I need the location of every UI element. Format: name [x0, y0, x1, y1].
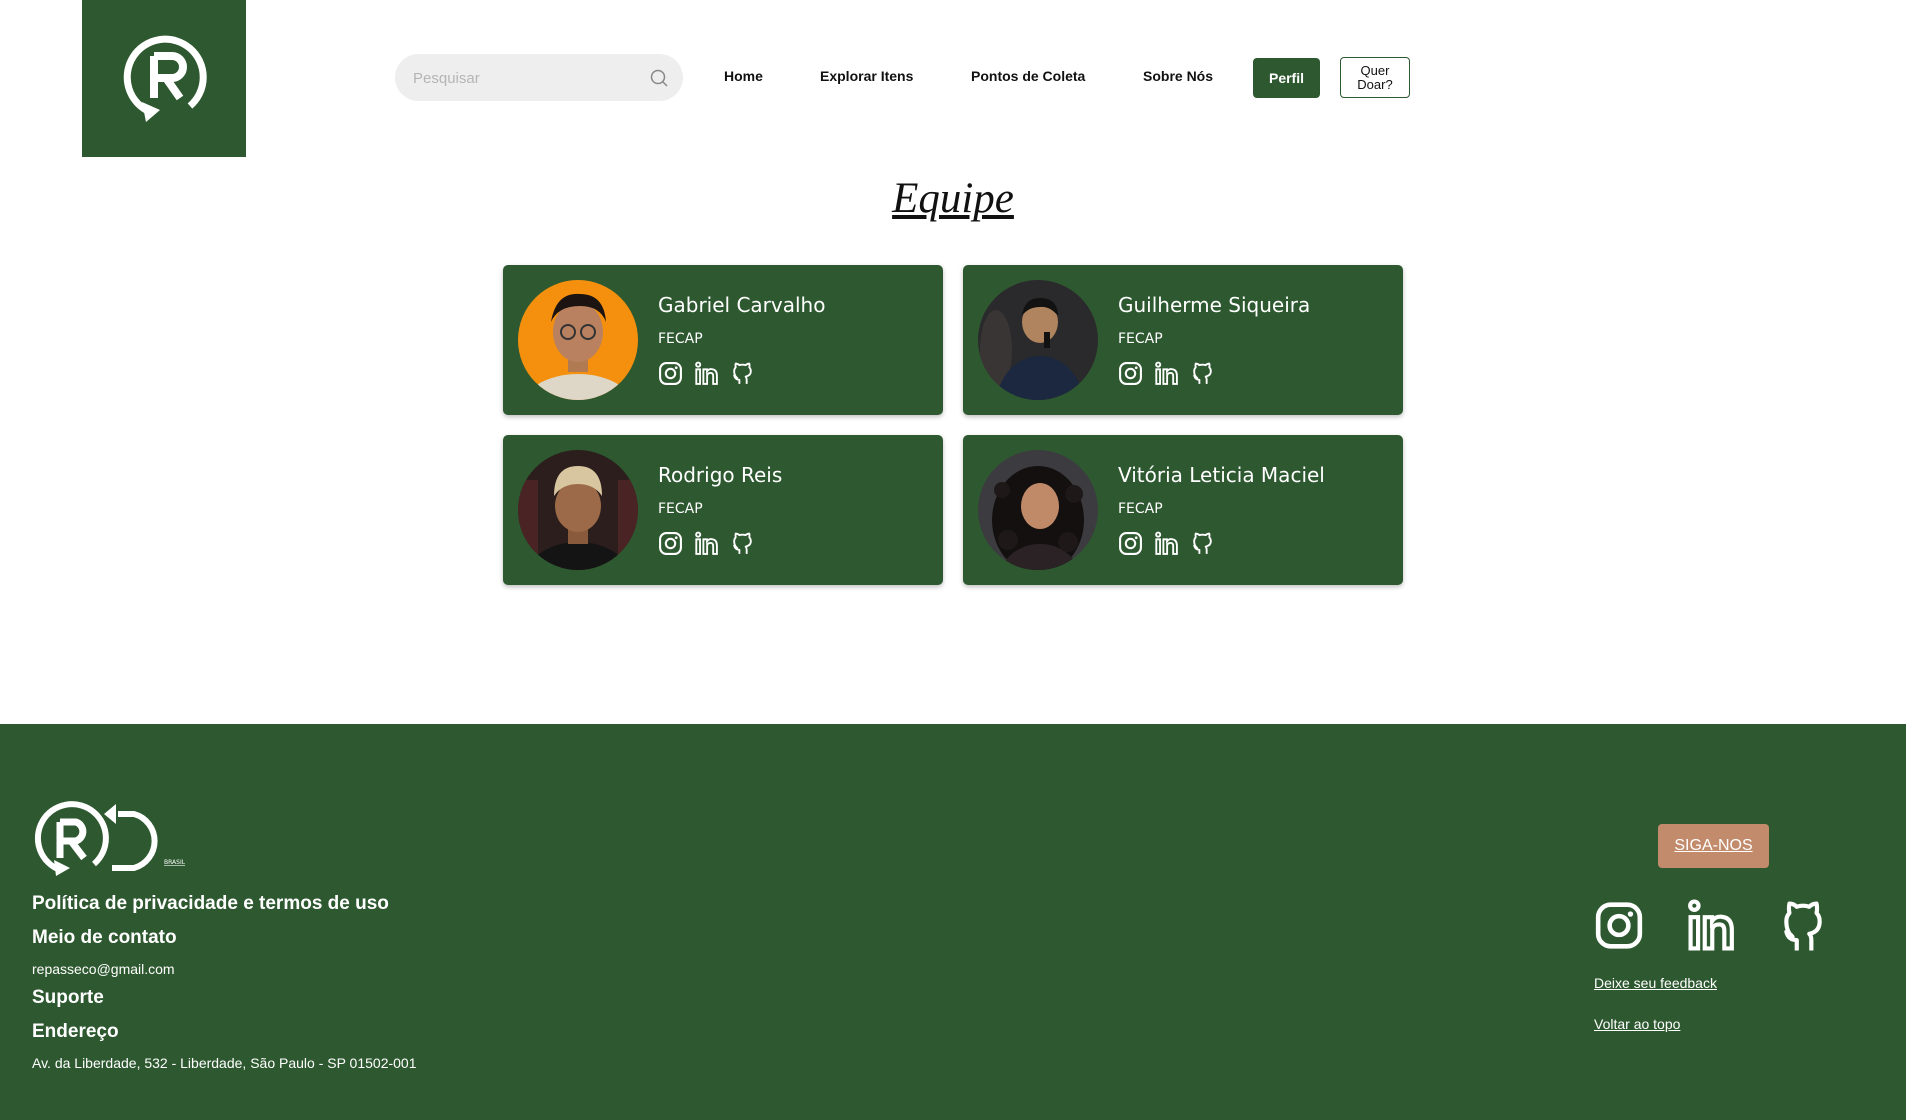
- linkedin-icon[interactable]: [694, 531, 719, 556]
- siga-nos-button[interactable]: SIGA-NOS: [1658, 824, 1769, 868]
- address-text: Av. da Liberdade, 532 - Liberdade, São P…: [32, 1055, 417, 1071]
- footer-linkedin-icon[interactable]: [1686, 898, 1736, 953]
- svg-text:BRASIL: BRASIL: [164, 859, 186, 866]
- linkedin-icon[interactable]: [1154, 531, 1179, 556]
- avatar: [518, 450, 638, 570]
- contact-heading: Meio de contato: [32, 927, 177, 948]
- member-org: FECAP: [658, 501, 703, 517]
- instagram-icon[interactable]: [1118, 531, 1143, 556]
- team-card: Gabriel Carvalho FECAP: [503, 265, 943, 415]
- avatar: [978, 280, 1098, 400]
- member-name: Gabriel Carvalho: [658, 293, 826, 317]
- footer-logo[interactable]: BRASIL: [32, 800, 194, 881]
- member-org: FECAP: [1118, 501, 1163, 517]
- perfil-button[interactable]: Perfil: [1253, 58, 1320, 98]
- avatar: [518, 280, 638, 400]
- github-icon[interactable]: [730, 531, 755, 556]
- instagram-icon[interactable]: [658, 361, 683, 386]
- github-icon[interactable]: [1190, 531, 1215, 556]
- search-bar: [395, 54, 683, 103]
- member-org: FECAP: [658, 331, 703, 347]
- address-heading: Endereço: [32, 1021, 119, 1042]
- privacy-terms-link[interactable]: Política de privacidade e termos de uso: [32, 893, 389, 915]
- nav-home[interactable]: Home: [724, 68, 763, 84]
- nav-pontos-de-coleta[interactable]: Pontos de Coleta: [971, 68, 1085, 84]
- avatar: [978, 450, 1098, 570]
- site-footer: BRASIL Política de privacidade e termos …: [0, 724, 1906, 1120]
- github-icon[interactable]: [1190, 361, 1215, 386]
- member-org: FECAP: [1118, 331, 1163, 347]
- contact-email[interactable]: repasseco@gmail.com: [32, 961, 175, 977]
- team-card: Vitória Leticia Maciel FECAP: [963, 435, 1403, 585]
- team-card: Rodrigo Reis FECAP: [503, 435, 943, 585]
- quer-doar-button[interactable]: Quer Doar?: [1340, 57, 1410, 98]
- member-name: Rodrigo Reis: [658, 463, 783, 487]
- github-icon[interactable]: [730, 361, 755, 386]
- linkedin-icon[interactable]: [1154, 361, 1179, 386]
- nav-sobre-nos[interactable]: Sobre Nós: [1143, 68, 1213, 84]
- instagram-icon[interactable]: [658, 531, 683, 556]
- footer-github-icon[interactable]: [1778, 898, 1828, 953]
- recycle-rd-logo-icon: BRASIL: [34, 801, 186, 876]
- back-to-top-link[interactable]: Voltar ao topo: [1594, 1016, 1680, 1032]
- page-title: Equipe: [892, 175, 1014, 222]
- linkedin-icon[interactable]: [694, 361, 719, 386]
- footer-instagram-icon[interactable]: [1594, 898, 1644, 953]
- nav-explorar-itens[interactable]: Explorar Itens: [820, 68, 913, 84]
- site-logo[interactable]: [82, 0, 246, 157]
- member-name: Guilherme Siqueira: [1118, 293, 1311, 317]
- member-name: Vitória Leticia Maciel: [1118, 463, 1325, 487]
- feedback-link[interactable]: Deixe seu feedback: [1594, 975, 1717, 991]
- support-link[interactable]: Suporte: [32, 987, 104, 1009]
- team-card: Guilherme Siqueira FECAP: [963, 265, 1403, 415]
- search-icon[interactable]: [649, 68, 669, 88]
- recycle-r-logo-icon: [123, 35, 207, 122]
- instagram-icon[interactable]: [1118, 361, 1143, 386]
- search-input[interactable]: [411, 54, 635, 103]
